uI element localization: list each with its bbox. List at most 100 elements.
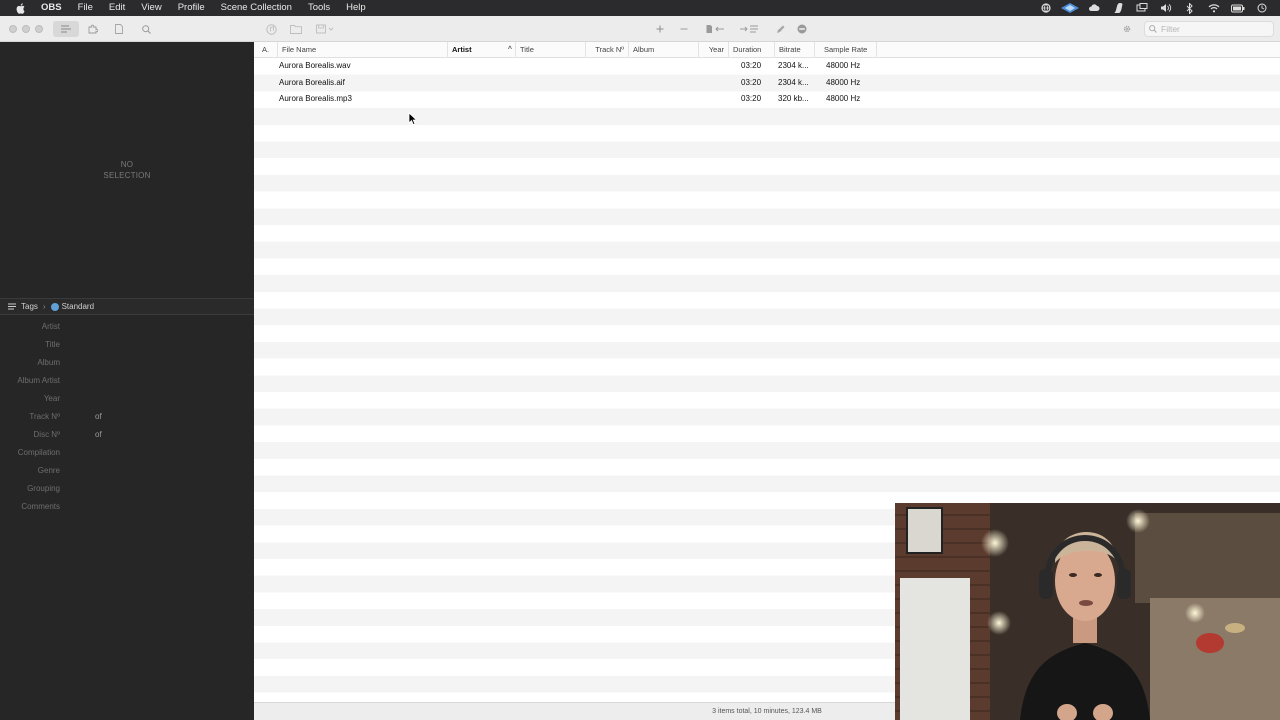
music-disc-icon	[265, 23, 277, 35]
no-selection-label: NO SELECTION	[103, 160, 151, 180]
network-diamond-icon[interactable]	[1058, 0, 1082, 16]
file-info-view-button[interactable]	[106, 21, 132, 37]
remove-files-button[interactable]	[678, 21, 690, 37]
tag-field-album-artist[interactable]: Album Artist	[0, 371, 254, 389]
menu-profile[interactable]: Profile	[170, 0, 213, 16]
pencil-icon	[776, 25, 784, 33]
of-label: of	[95, 412, 102, 421]
menu-help[interactable]: Help	[338, 0, 374, 16]
tag-field-track-number[interactable]: Track Nº of	[0, 407, 254, 425]
tags-header[interactable]: Tags › Standard	[0, 298, 254, 315]
actions-view-button[interactable]	[80, 21, 106, 37]
tag-field-genre[interactable]: Genre	[0, 461, 254, 479]
volume-icon[interactable]	[1154, 0, 1178, 16]
table-row[interactable]: Aurora Borealis.mp3 03:20 320 kb... 4800…	[254, 91, 1280, 108]
mirror-icon[interactable]	[1130, 0, 1154, 16]
column-header-track-number[interactable]: Track Nº	[586, 42, 629, 58]
sort-ascending-icon: ^	[507, 46, 512, 53]
sample-rate-cell: 48000 Hz	[826, 94, 861, 104]
menu-edit[interactable]: Edit	[101, 0, 133, 16]
list-lines-icon	[8, 303, 17, 310]
column-header-duration[interactable]: Duration	[729, 42, 775, 58]
globe-icon	[50, 302, 59, 311]
battery-icon[interactable]	[1226, 0, 1250, 16]
search-icon	[1149, 25, 1157, 33]
edit-tags-button[interactable]	[774, 21, 786, 37]
tag-to-filename-button[interactable]	[738, 21, 760, 37]
file-name-cell: Aurora Borealis.aif	[279, 77, 345, 87]
webcam-scene-image	[895, 503, 1280, 720]
tag-field-grouping[interactable]: Grouping	[0, 479, 254, 497]
tag-label: Comments	[21, 502, 60, 511]
save-dropdown-icon	[316, 24, 334, 34]
save-menu-button[interactable]	[315, 21, 337, 37]
add-files-button[interactable]	[654, 21, 666, 37]
bluetooth-icon[interactable]	[1178, 0, 1202, 16]
tag-fields-panel: Artist Title Album Album Artist Year Tra…	[0, 315, 254, 720]
tag-label: Year	[43, 394, 60, 403]
minimize-window-button[interactable]	[22, 25, 30, 33]
folder-icon	[290, 25, 302, 34]
tag-field-artist[interactable]: Artist	[0, 317, 254, 335]
column-header-title[interactable]: Title	[516, 42, 586, 58]
tag-editor-view-button[interactable]	[53, 21, 79, 37]
minus-icon	[680, 28, 688, 30]
tag-field-title[interactable]: Title	[0, 335, 254, 353]
tag-field-comments[interactable]: Comments	[0, 497, 254, 515]
tag-to-file-icon	[740, 25, 758, 33]
column-header-year[interactable]: Year	[699, 42, 729, 58]
status-icons	[1034, 0, 1274, 16]
tag-field-disc-number[interactable]: Disc Nº of	[0, 425, 254, 443]
bitrate-cell: 2304 k...	[778, 77, 809, 87]
menu-file[interactable]: File	[70, 0, 101, 16]
column-header-file-name[interactable]: File Name	[278, 42, 448, 58]
remove-tags-button[interactable]	[796, 21, 808, 37]
tag-field-year[interactable]: Year	[0, 389, 254, 407]
menu-view[interactable]: View	[133, 0, 169, 16]
search-icon	[141, 24, 151, 34]
duration-cell: 03:20	[741, 77, 762, 87]
tag-label: Title	[45, 340, 60, 349]
menu-scene-collection[interactable]: Scene Collection	[213, 0, 300, 16]
cloud-icon[interactable]	[1082, 0, 1106, 16]
gear-icon	[1123, 25, 1131, 33]
filter-field[interactable]	[1144, 21, 1274, 37]
globe-icon[interactable]	[1034, 0, 1058, 16]
tag-field-compilation[interactable]: Compilation	[0, 443, 254, 461]
bitrate-cell: 320 kb...	[778, 94, 809, 104]
column-header-artist[interactable]: Artist ^	[448, 42, 516, 58]
close-window-button[interactable]	[9, 25, 17, 33]
column-header-sample-rate[interactable]: Sample Rate	[815, 42, 877, 58]
list-lines-icon	[60, 25, 71, 33]
menu-obs[interactable]: OBS	[33, 0, 70, 16]
apple-icon[interactable]	[13, 0, 27, 16]
tag-field-album[interactable]: Album	[0, 353, 254, 371]
file-to-tag-icon	[706, 25, 724, 33]
wifi-icon[interactable]	[1202, 0, 1226, 16]
file-name-cell: Aurora Borealis.mp3	[279, 94, 352, 104]
sample-rate-cell: 48000 Hz	[826, 61, 861, 70]
window-toolbar	[0, 16, 1280, 42]
script-icon[interactable]	[1106, 0, 1130, 16]
tag-mode-label[interactable]: Standard	[62, 302, 94, 311]
document-icon	[115, 24, 123, 34]
tag-label: Track Nº	[29, 412, 60, 421]
column-header-artwork[interactable]: A.	[254, 42, 278, 58]
menu-tools[interactable]: Tools	[300, 0, 338, 16]
table-row[interactable]: Aurora Borealis.aif 03:20 2304 k... 4800…	[254, 75, 1280, 92]
open-folder-button[interactable]	[289, 21, 303, 37]
tag-label: Disc Nº	[33, 430, 60, 439]
settings-button[interactable]	[1120, 21, 1134, 37]
puzzle-icon	[88, 24, 98, 34]
filename-to-tag-button[interactable]	[705, 21, 727, 37]
bitrate-cell: 2304 k...	[778, 61, 809, 70]
search-button[interactable]	[140, 21, 152, 37]
itunes-button[interactable]	[264, 21, 278, 37]
table-row[interactable]: Aurora Borealis.wav 03:20 2304 k... 4800…	[254, 58, 1280, 75]
chevron-right-icon: ›	[42, 302, 46, 311]
zoom-window-button[interactable]	[35, 25, 43, 33]
column-header-album[interactable]: Album	[629, 42, 699, 58]
column-header-bitrate[interactable]: Bitrate	[775, 42, 815, 58]
clock-icon[interactable]	[1250, 0, 1274, 16]
filter-input[interactable]	[1161, 24, 1261, 34]
